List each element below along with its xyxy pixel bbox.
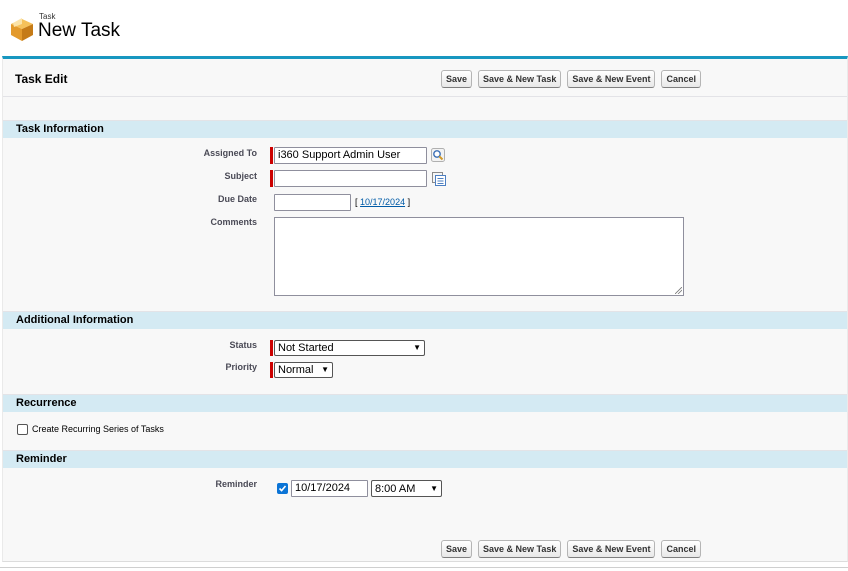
required-indicator [270, 147, 273, 164]
assigned-to-label: Assigned To [203, 148, 257, 158]
save-button[interactable]: Save [441, 540, 473, 558]
required-indicator [270, 170, 273, 187]
subject-label: Subject [224, 171, 257, 181]
comments-textarea[interactable] [274, 217, 684, 296]
block-title: Task Edit [15, 72, 68, 86]
save-new-event-button[interactable]: Save & New Event [567, 540, 656, 558]
page-header: Task New Task [0, 0, 848, 56]
lookup-magnifier-icon[interactable] [431, 148, 445, 162]
priority-label: Priority [225, 362, 257, 372]
reminder-checkbox[interactable] [277, 483, 288, 494]
section-task-information: Task Information [3, 120, 847, 138]
priority-select[interactable]: Normal ▼ [274, 362, 333, 378]
section-reminder: Reminder [3, 450, 847, 468]
cancel-button[interactable]: Cancel [661, 70, 701, 88]
reminder-label: Reminder [215, 479, 257, 489]
task-box-icon [11, 18, 33, 41]
reminder-time-value: 8:00 AM [375, 482, 416, 495]
section-recurrence: Recurrence [3, 394, 847, 412]
section-additional-information: Additional Information [3, 311, 847, 329]
required-indicator [270, 362, 273, 378]
today-bracket-open: [ [355, 197, 358, 207]
comments-label: Comments [210, 217, 257, 227]
bottom-button-row: Save Save & New Task Save & New Event Ca… [441, 540, 701, 558]
recurrence-label: Create Recurring Series of Tasks [32, 424, 164, 434]
save-new-task-button[interactable]: Save & New Task [478, 540, 562, 558]
recurrence-checkbox[interactable] [17, 424, 28, 435]
reminder-time-select[interactable]: 8:00 AM ▼ [371, 480, 442, 497]
chevron-down-icon: ▼ [321, 365, 329, 374]
resize-grip-icon[interactable] [675, 287, 682, 294]
page-title: New Task [38, 20, 121, 41]
status-select-value: Not Started [278, 342, 334, 354]
priority-select-value: Normal [278, 364, 314, 376]
subject-input[interactable] [274, 170, 427, 187]
footer-divider [0, 567, 848, 568]
save-new-task-button[interactable]: Save & New Task [478, 70, 562, 88]
chevron-down-icon: ▼ [413, 343, 421, 352]
save-button[interactable]: Save [441, 70, 473, 88]
due-date-label: Due Date [217, 194, 257, 204]
task-edit-block: Task Edit Save Save & New Task Save & Ne… [2, 56, 848, 562]
required-indicator [270, 340, 273, 356]
status-select[interactable]: Not Started ▼ [274, 340, 425, 356]
reminder-date-input[interactable]: 10/17/2024 [291, 480, 368, 497]
assigned-to-input[interactable]: i360 Support Admin User [274, 147, 427, 164]
cancel-button[interactable]: Cancel [661, 540, 701, 558]
due-date-input[interactable] [274, 194, 351, 211]
top-button-row: Save Save & New Task Save & New Event Ca… [441, 70, 701, 88]
chevron-down-icon: ▼ [430, 483, 438, 493]
header-divider [3, 96, 847, 97]
today-bracket-close: ] [407, 197, 411, 207]
combobox-icon[interactable] [432, 172, 446, 186]
today-date-anchor[interactable]: 10/17/2024 [360, 197, 405, 207]
check-icon [278, 485, 287, 492]
save-new-event-button[interactable]: Save & New Event [567, 70, 656, 88]
status-label: Status [229, 340, 257, 350]
today-date-link: [ 10/17/2024 ] [355, 197, 410, 207]
